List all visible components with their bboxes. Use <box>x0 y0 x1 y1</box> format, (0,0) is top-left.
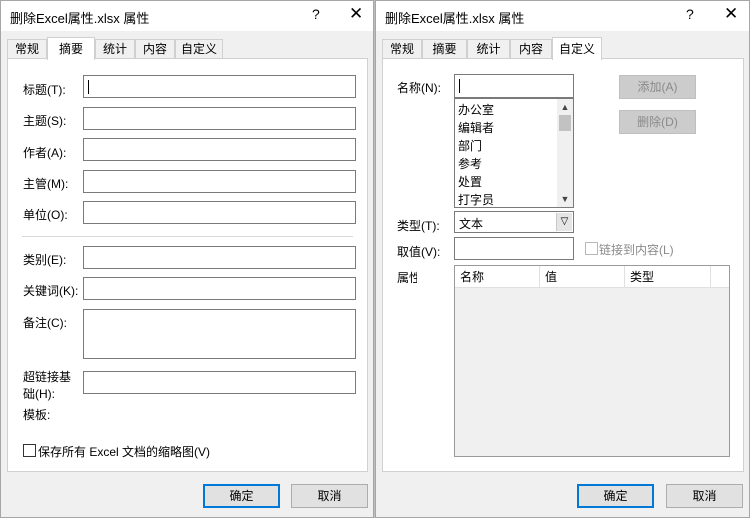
tab-summary[interactable]: 摘要 <box>47 37 95 60</box>
scroll-up-icon[interactable]: ▲ <box>557 99 573 115</box>
help-icon[interactable]: ? <box>312 6 320 22</box>
author-label: 作者(A): <box>23 146 67 160</box>
ok-button[interactable]: 确定 <box>577 484 654 508</box>
delete-button[interactable]: 删除(D) <box>619 110 696 134</box>
properties-grid[interactable]: 名称 值 类型 <box>454 265 730 457</box>
value-label: 取值(V): <box>397 245 441 259</box>
scroll-down-icon[interactable]: ▼ <box>557 191 573 207</box>
tab-statistics[interactable]: 统计 <box>95 39 135 59</box>
close-icon[interactable]: ✕ <box>349 4 363 24</box>
type-select[interactable]: 文本 ▽ <box>454 211 574 233</box>
title-bar: 删除Excel属性.xlsx 属性 ? ✕ <box>376 1 749 31</box>
help-icon[interactable]: ? <box>686 6 694 22</box>
tab-general[interactable]: 常规 <box>7 39 47 59</box>
keywords-field[interactable] <box>83 277 356 300</box>
text-caret <box>459 79 460 93</box>
category-field[interactable] <box>83 246 356 269</box>
name-options-list[interactable]: 办公室 编辑者 部门 参考 处置 打字员 ▲ ▼ <box>454 98 574 208</box>
type-select-value: 文本 <box>459 217 484 231</box>
scroll-thumb[interactable] <box>559 115 571 131</box>
name-label: 名称(N): <box>397 81 441 95</box>
author-field[interactable] <box>83 138 356 161</box>
link-to-content-checkbox[interactable] <box>585 242 598 255</box>
subject-field[interactable] <box>83 107 356 130</box>
name-field[interactable] <box>454 74 574 98</box>
text-caret <box>88 80 89 94</box>
tab-contents[interactable]: 内容 <box>135 39 175 59</box>
list-item[interactable]: 部门 <box>458 137 482 155</box>
save-thumbnail-checkbox[interactable] <box>23 444 36 457</box>
list-item[interactable]: 办公室 <box>458 101 494 119</box>
grid-header: 名称 值 类型 <box>455 266 729 288</box>
type-label: 类型(T): <box>397 219 440 233</box>
dialog-title: 删除Excel属性.xlsx 属性 <box>385 11 525 26</box>
value-field[interactable] <box>454 237 574 260</box>
category-label: 类别(E): <box>23 253 67 267</box>
title-label: 标题(T): <box>23 83 66 97</box>
close-icon[interactable]: ✕ <box>724 4 738 24</box>
tab-contents[interactable]: 内容 <box>510 39 552 59</box>
hyperlink-base-label-line2: 础(H): <box>23 387 55 401</box>
grid-column-value[interactable]: 值 <box>540 266 625 288</box>
list-scrollbar[interactable]: ▲ ▼ <box>557 99 573 207</box>
hyperlink-base-field[interactable] <box>83 371 356 394</box>
ok-button[interactable]: 确定 <box>203 484 280 508</box>
cancel-button[interactable]: 取消 <box>666 484 743 508</box>
summary-panel: 标题(T): 主题(S): 作者(A): 主管(M): 单位(O): 类别(E)… <box>7 58 368 472</box>
tab-custom[interactable]: 自定义 <box>175 39 223 59</box>
grid-column-name[interactable]: 名称 <box>455 266 540 288</box>
manager-field[interactable] <box>83 170 356 193</box>
link-to-content-label[interactable]: 链接到内容(L) <box>599 241 674 258</box>
tab-custom[interactable]: 自定义 <box>552 37 602 60</box>
list-item[interactable]: 处置 <box>458 173 482 191</box>
properties-dialog-summary: 删除Excel属性.xlsx 属性 ? ✕ 常规 摘要 统计 内容 自定义 标题… <box>0 0 374 518</box>
add-button[interactable]: 添加(A) <box>619 75 696 99</box>
properties-label: 属性(P): <box>397 271 417 283</box>
chevron-down-icon[interactable]: ▽ <box>556 213 572 231</box>
list-item[interactable]: 编辑者 <box>458 119 494 137</box>
comments-field[interactable] <box>83 309 356 359</box>
list-item[interactable]: 参考 <box>458 155 482 173</box>
tab-summary[interactable]: 摘要 <box>422 39 467 59</box>
save-thumbnail-label[interactable]: 保存所有 Excel 文档的缩略图(V) <box>38 443 210 460</box>
template-label: 模板: <box>23 408 51 422</box>
subject-label: 主题(S): <box>23 114 67 128</box>
comments-label: 备注(C): <box>23 316 67 330</box>
custom-panel: 名称(N): 办公室 编辑者 部门 参考 处置 打字员 ▲ ▼ 添加(A) 删除… <box>382 58 744 472</box>
title-field[interactable] <box>83 75 356 98</box>
properties-dialog-custom: 删除Excel属性.xlsx 属性 ? ✕ 常规 摘要 统计 内容 自定义 名称… <box>375 0 750 518</box>
company-field[interactable] <box>83 201 356 224</box>
separator <box>22 236 353 237</box>
manager-label: 主管(M): <box>23 177 69 191</box>
list-item[interactable]: 打字员 <box>458 191 494 207</box>
dialog-title: 删除Excel属性.xlsx 属性 <box>10 11 150 26</box>
tab-statistics[interactable]: 统计 <box>467 39 510 59</box>
cancel-button[interactable]: 取消 <box>291 484 368 508</box>
hyperlink-base-label-line1: 超链接基 <box>23 370 72 384</box>
keywords-label: 关键词(K): <box>23 284 79 298</box>
grid-column-type[interactable]: 类型 <box>625 266 711 288</box>
tab-general[interactable]: 常规 <box>382 39 422 59</box>
title-bar: 删除Excel属性.xlsx 属性 ? ✕ <box>1 1 373 31</box>
company-label: 单位(O): <box>23 208 68 222</box>
